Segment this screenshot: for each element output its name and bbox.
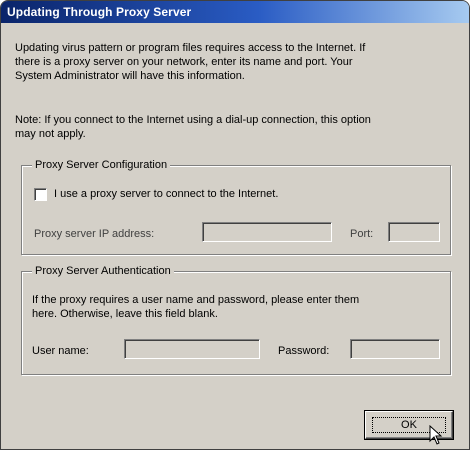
intro-text: Updating virus pattern or program files … xyxy=(15,41,465,83)
window-title: Updating Through Proxy Server xyxy=(7,5,192,19)
port-input[interactable] xyxy=(388,222,440,242)
proxy-auth-legend: Proxy Server Authentication xyxy=(32,264,174,278)
proxy-config-legend: Proxy Server Configuration xyxy=(32,158,171,172)
proxy-config-group: Proxy Server Configuration I use a proxy… xyxy=(21,158,451,255)
intro-line-2: there is a proxy server on your network,… xyxy=(15,56,353,68)
note-text: Note: If you connect to the Internet usi… xyxy=(15,113,465,141)
use-proxy-label[interactable]: I use a proxy server to connect to the I… xyxy=(54,187,278,201)
title-bar[interactable]: Updating Through Proxy Server xyxy=(1,1,469,23)
arrow-pointer-icon xyxy=(429,425,443,445)
username-input[interactable] xyxy=(124,339,260,359)
auth-instructions: If the proxy requires a user name and pa… xyxy=(32,293,359,321)
port-label: Port: xyxy=(350,228,374,240)
note-line-2: may not apply. xyxy=(15,128,86,140)
proxy-ip-label: Proxy server IP address: xyxy=(34,228,155,240)
intro-line-1: Updating virus pattern or program files … xyxy=(15,42,366,54)
password-label: Password: xyxy=(278,345,330,357)
username-label: User name: xyxy=(32,345,89,357)
note-line-1: Note: If you connect to the Internet usi… xyxy=(15,114,371,126)
proxy-auth-group: Proxy Server Authentication If the proxy… xyxy=(21,264,451,375)
proxy-ip-input[interactable] xyxy=(202,222,332,242)
password-input[interactable] xyxy=(350,339,440,359)
use-proxy-checkbox[interactable] xyxy=(34,188,47,201)
auth-line-2: here. Otherwise, leave this field blank. xyxy=(32,308,218,320)
proxy-dialog-window: Updating Through Proxy Server Updating v… xyxy=(0,0,470,450)
auth-line-1: If the proxy requires a user name and pa… xyxy=(32,294,360,306)
intro-line-3: System Administrator will have this info… xyxy=(15,70,245,82)
